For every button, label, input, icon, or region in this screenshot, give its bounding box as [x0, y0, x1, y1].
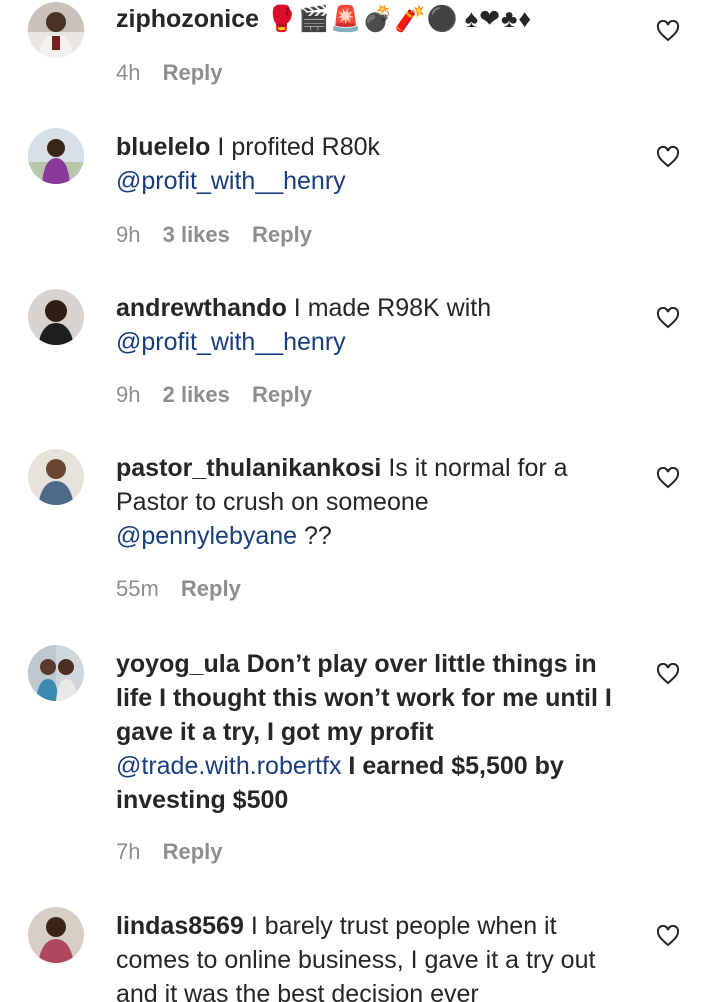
heart-icon[interactable]	[656, 925, 680, 947]
comment-meta: 9h 3 likes Reply	[116, 220, 328, 250]
comment-body: 🥊🎬🚨💣🧨⚫ ♠❤♣♦	[266, 5, 533, 33]
comment-text: ziphozonice 🥊🎬🚨💣🧨⚫ ♠❤♣♦	[116, 2, 636, 36]
comment-body: I profited R80k	[217, 133, 381, 161]
comment-username[interactable]: pastor_thulanikankosi	[116, 454, 381, 482]
comment-item: lindas8569 I barely trust people when it…	[0, 907, 720, 1002]
comment-username[interactable]: yoyog_ula	[116, 650, 240, 678]
comment-username[interactable]: ziphozonice	[116, 5, 259, 33]
avatar[interactable]	[28, 645, 84, 701]
comment-text: pastor_thulanikankosi Is it normal for a…	[116, 451, 616, 553]
comment-time: 7h	[116, 839, 141, 864]
comment-meta: 55m Reply	[116, 574, 257, 604]
heart-icon[interactable]	[656, 467, 680, 489]
avatar[interactable]	[28, 128, 84, 184]
avatar[interactable]	[28, 907, 84, 963]
comment-time: 9h	[116, 382, 141, 407]
comment-text: andrewthando I made R98K with @profit_wi…	[116, 291, 636, 359]
comment-meta: 9h 2 likes Reply	[116, 380, 328, 410]
comment-username[interactable]: lindas8569	[116, 912, 244, 940]
mention-link[interactable]: @trade.with.robertfx	[116, 752, 341, 780]
mention-link[interactable]: @profit_with__henry	[116, 167, 346, 195]
reply-button[interactable]: Reply	[252, 382, 312, 407]
comment-time: 4h	[116, 60, 141, 85]
reply-button[interactable]: Reply	[163, 839, 223, 864]
comment-body-tail: ??	[304, 522, 332, 550]
comment-time: 9h	[116, 222, 141, 247]
heart-icon[interactable]	[656, 146, 680, 168]
comment-text: bluelelo I profited R80k @profit_with__h…	[116, 130, 636, 198]
reply-button[interactable]: Reply	[181, 576, 241, 601]
heart-icon[interactable]	[656, 20, 680, 42]
reply-button[interactable]: Reply	[163, 60, 223, 85]
comment-meta: 7h Reply	[116, 837, 239, 867]
comment-username[interactable]: andrewthando	[116, 294, 287, 322]
comment-meta: 4h Reply	[116, 58, 239, 88]
avatar[interactable]	[28, 289, 84, 345]
comment-text: lindas8569 I barely trust people when it…	[116, 909, 616, 1002]
comment-username[interactable]: bluelelo	[116, 133, 210, 161]
comment-body: I made R98K with	[293, 294, 492, 322]
heart-icon[interactable]	[656, 307, 680, 329]
likes-count[interactable]: 2 likes	[163, 382, 230, 407]
comment-time: 55m	[116, 576, 159, 601]
comment-text: yoyog_ula Don’t play over little things …	[116, 647, 631, 817]
likes-count[interactable]: 3 likes	[163, 222, 230, 247]
mention-link[interactable]: @pennylebyane	[116, 522, 297, 550]
heart-icon[interactable]	[656, 663, 680, 685]
avatar[interactable]	[28, 2, 84, 58]
avatar[interactable]	[28, 449, 84, 505]
mention-link[interactable]: @profit_with__henry	[116, 328, 346, 356]
reply-button[interactable]: Reply	[252, 222, 312, 247]
